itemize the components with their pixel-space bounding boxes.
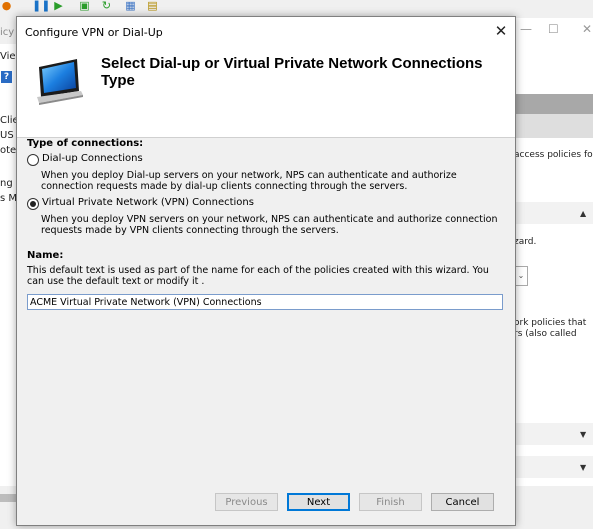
cancel-button[interactable]: Cancel xyxy=(431,493,494,511)
expand-down-icon[interactable]: ▼ xyxy=(580,430,586,439)
name-description: This default text is used as part of the… xyxy=(27,265,489,287)
dialup-description: When you deploy Dial-up servers on your … xyxy=(41,170,457,192)
policy-name-input[interactable]: ACME Virtual Private Network (VPN) Conne… xyxy=(27,294,503,310)
pause-icon[interactable]: ❚❚ xyxy=(32,0,50,12)
collapse-up-icon[interactable]: ▲ xyxy=(580,209,586,218)
background-left-text: ng xyxy=(0,178,13,189)
expand-down-icon[interactable]: ▼ xyxy=(580,463,586,472)
refresh-icon[interactable]: ↻ xyxy=(100,0,113,12)
dialog-title: Configure VPN or Dial-Up xyxy=(25,26,163,39)
vpn-description: When you deploy VPN servers on your netw… xyxy=(41,214,498,236)
dialup-radio-label[interactable]: Dial-up Connections xyxy=(42,153,143,164)
dialup-radio-button[interactable] xyxy=(27,154,39,166)
configure-vpn-dialog: Configure VPN or Dial-Up ✕ Select Dial-u… xyxy=(16,16,516,526)
background-toolbar: ● ❚❚ ▶ ▣ ↻ ▦ ▤ xyxy=(0,0,593,16)
finish-button[interactable]: Finish xyxy=(359,493,422,511)
background-right-text: access policies for xyxy=(514,150,593,160)
book-icon[interactable]: ▤ xyxy=(146,0,159,12)
type-of-connections-label: Type of connections: xyxy=(27,138,144,149)
background-right-text: zard. xyxy=(514,237,537,247)
network-icon[interactable]: ▦ xyxy=(124,0,137,12)
minimize-button[interactable]: — xyxy=(520,22,532,36)
stop-icon[interactable]: ● xyxy=(0,0,13,12)
vpn-radio-button[interactable] xyxy=(27,198,39,210)
background-close-button[interactable]: ✕ xyxy=(582,22,592,36)
background-section-subheader xyxy=(514,114,593,138)
background-left-text: icy xyxy=(0,27,15,38)
export-icon[interactable]: ▣ xyxy=(78,0,91,12)
next-button[interactable]: Next xyxy=(287,493,350,511)
wizard-header: Select Dial-up or Virtual Private Networ… xyxy=(17,47,515,138)
background-left-text: s M xyxy=(0,193,18,204)
play-icon[interactable]: ▶ xyxy=(52,0,65,12)
background-scrollbar[interactable] xyxy=(0,494,16,502)
wizard-page-title: Select Dial-up or Virtual Private Networ… xyxy=(101,55,483,89)
name-label: Name: xyxy=(27,250,64,261)
dialup-radio-option[interactable]: Dial-up Connections xyxy=(27,153,327,167)
background-left-text: Vie xyxy=(0,51,16,62)
help-icon[interactable]: ? xyxy=(1,71,12,83)
previous-button[interactable]: Previous xyxy=(215,493,278,511)
background-right-text: ork policies that xyxy=(514,318,587,328)
vpn-radio-option[interactable]: Virtual Private Network (VPN) Connection… xyxy=(27,197,327,211)
close-icon[interactable]: ✕ xyxy=(491,21,511,41)
background-left-pane xyxy=(0,44,16,486)
vpn-radio-label[interactable]: Virtual Private Network (VPN) Connection… xyxy=(42,197,254,208)
background-dropdown[interactable]: ⌄ xyxy=(514,266,528,286)
dialog-titlebar: Configure VPN or Dial-Up ✕ xyxy=(17,17,515,47)
background-right-text: rs (also called xyxy=(514,329,577,339)
background-section-header xyxy=(514,94,593,114)
maximize-button[interactable]: ☐ xyxy=(548,22,559,36)
monitor-icon xyxy=(37,59,83,105)
